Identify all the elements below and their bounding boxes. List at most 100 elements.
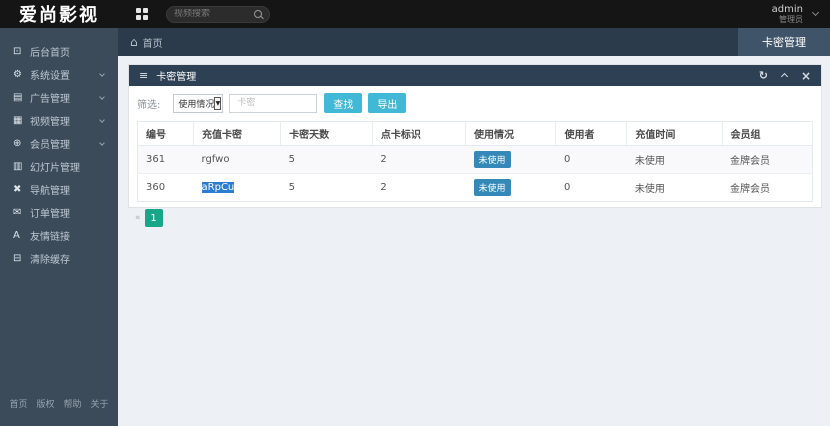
- sidebar-item-导航管理[interactable]: ✖导航管理: [0, 178, 118, 201]
- sidebar-item-订单管理[interactable]: ✉订单管理: [0, 201, 118, 224]
- column-header: 会员组: [722, 122, 813, 146]
- table-cell: 金牌会员: [722, 174, 813, 202]
- column-header: 使用者: [556, 122, 627, 146]
- status-badge[interactable]: 未使用: [474, 179, 511, 196]
- breadcrumb-bar: ⌂ 首页 卡密管理: [118, 28, 830, 56]
- sidebar-item-label: 后台首页: [30, 44, 106, 59]
- table-header-row: 编号充值卡密卡密天数点卡标识使用情况使用者充值时间会员组: [138, 122, 813, 146]
- envelope-icon: ✉: [13, 207, 30, 218]
- sidebar-item-label: 清除缓存: [30, 251, 106, 266]
- column-header: 充值时间: [627, 122, 722, 146]
- close-icon[interactable]: ×: [801, 70, 811, 82]
- pagination: « 1: [137, 209, 813, 227]
- video-search-box[interactable]: [166, 6, 270, 23]
- footer-link-版权[interactable]: 版权: [36, 397, 54, 410]
- panel-title: 卡密管理: [156, 68, 196, 83]
- sidebar-item-会员管理[interactable]: ⊕会员管理: [0, 132, 118, 155]
- sidebar-item-清除缓存[interactable]: ⊟清除缓存: [0, 247, 118, 270]
- home-icon: ⌂: [130, 35, 138, 49]
- panel-body: 筛选: 使用情况 ▼ 查找 导出: [129, 86, 821, 235]
- content-area: ≡ 卡密管理 ↻ × 筛选: 使用情况 ▼: [118, 56, 830, 426]
- select-arrow-icon: ▼: [214, 97, 221, 110]
- user-name: admin: [772, 4, 803, 16]
- main-area: ⌂ 首页 卡密管理 ≡ 卡密管理 ↻ ×: [118, 28, 830, 426]
- topbar-main: admin 管理员: [118, 0, 830, 28]
- table-cell: 5: [281, 146, 373, 174]
- image-icon: ▤: [13, 92, 30, 103]
- chevron-down-icon: [812, 9, 819, 16]
- table-cell: 5: [281, 174, 373, 202]
- search-icon[interactable]: [254, 10, 262, 18]
- status-badge[interactable]: 未使用: [474, 151, 511, 168]
- chevron-down-icon: [99, 94, 105, 100]
- desktop-icon: ⊡: [13, 46, 30, 57]
- table-cell: 360: [138, 174, 194, 202]
- members-icon: ⊕: [13, 138, 30, 149]
- card-key-panel: ≡ 卡密管理 ↻ × 筛选: 使用情况 ▼: [128, 64, 822, 208]
- select-value: 使用情况: [178, 97, 214, 110]
- video-icon: ▦: [13, 115, 30, 126]
- shuffle-icon: ✖: [13, 184, 30, 195]
- status-cell: 未使用: [466, 174, 556, 202]
- table-row: 361rgfwo52未使用0未使用金牌会员: [138, 146, 813, 174]
- table-cell: 未使用: [627, 146, 722, 174]
- apps-grid-icon[interactable]: [136, 8, 148, 20]
- footer-link-关于[interactable]: 关于: [91, 397, 109, 410]
- card-key-cell: aRpCu: [194, 174, 281, 202]
- sidebar-item-label: 友情链接: [30, 228, 106, 243]
- export-button[interactable]: 导出: [368, 93, 406, 113]
- sidebar-item-label: 视频管理: [30, 113, 100, 128]
- table-cell: 未使用: [627, 174, 722, 202]
- sidebar-footer: 首页版权帮助关于: [0, 397, 118, 410]
- table-cell: 361: [138, 146, 194, 174]
- card-key-input[interactable]: [229, 94, 317, 113]
- card-key-cell: rgfwo: [194, 146, 281, 174]
- user-menu[interactable]: admin 管理员: [772, 4, 818, 25]
- table-row: 360aRpCu52未使用0未使用金牌会员: [138, 174, 813, 202]
- sidebar-item-广告管理[interactable]: ▤广告管理: [0, 86, 118, 109]
- table-cell: 金牌会员: [722, 146, 813, 174]
- panel-header: ≡ 卡密管理 ↻ ×: [129, 65, 821, 86]
- filter-label: 筛选:: [137, 96, 160, 111]
- column-header: 点卡标识: [372, 122, 465, 146]
- sidebar-item-视频管理[interactable]: ▦视频管理: [0, 109, 118, 132]
- refresh-icon[interactable]: ↻: [759, 70, 768, 81]
- breadcrumb[interactable]: 首页: [143, 35, 163, 50]
- filter-row: 筛选: 使用情况 ▼ 查找 导出: [137, 93, 813, 113]
- slides-icon: ▥: [13, 161, 30, 172]
- pagination-page-1[interactable]: 1: [145, 209, 163, 227]
- search-input[interactable]: [174, 9, 254, 19]
- sidebar: ⊡后台首页⚙系统设置▤广告管理▦视频管理⊕会员管理▥幻灯片管理✖导航管理✉订单管…: [0, 28, 118, 426]
- active-page-tab[interactable]: 卡密管理: [738, 28, 830, 56]
- sidebar-item-label: 幻灯片管理: [30, 159, 106, 174]
- card-key-text: rgfwo: [202, 154, 230, 165]
- card-key-table: 编号充值卡密卡密天数点卡标识使用情况使用者充值时间会员组 361rgfwo52未…: [137, 121, 813, 202]
- sidebar-item-label: 导航管理: [30, 182, 106, 197]
- calendar-icon: ⊟: [13, 253, 30, 264]
- table-body: 361rgfwo52未使用0未使用金牌会员360aRpCu52未使用0未使用金牌…: [138, 146, 813, 202]
- app-window: 爱尚影视 admin 管理员 ⊡后台首页⚙系统设置▤广告管理▦视频管理⊕会员管理…: [0, 0, 830, 426]
- column-header: 编号: [138, 122, 194, 146]
- app-logo: 爱尚影视: [0, 0, 118, 28]
- collapse-icon[interactable]: [781, 73, 788, 80]
- table-cell: 2: [372, 174, 465, 202]
- column-header: 卡密天数: [281, 122, 373, 146]
- sidebar-item-后台首页[interactable]: ⊡后台首页: [0, 40, 118, 63]
- search-button[interactable]: 查找: [324, 93, 362, 113]
- footer-link-帮助[interactable]: 帮助: [64, 397, 82, 410]
- table-cell: 2: [372, 146, 465, 174]
- list-icon: ≡: [139, 69, 148, 82]
- chevron-down-icon: [99, 71, 105, 77]
- topbar: 爱尚影视 admin 管理员: [0, 0, 830, 28]
- table-cell: 0: [556, 146, 627, 174]
- pagination-prev[interactable]: «: [135, 213, 141, 223]
- sidebar-item-幻灯片管理[interactable]: ▥幻灯片管理: [0, 155, 118, 178]
- sidebar-item-友情链接[interactable]: A友情链接: [0, 224, 118, 247]
- status-filter-select[interactable]: 使用情况 ▼: [173, 94, 223, 113]
- footer-link-首页[interactable]: 首页: [9, 397, 27, 410]
- chevron-down-icon: [99, 117, 105, 123]
- chevron-down-icon: [99, 140, 105, 146]
- sidebar-item-系统设置[interactable]: ⚙系统设置: [0, 63, 118, 86]
- status-cell: 未使用: [466, 146, 556, 174]
- sidebar-item-label: 系统设置: [30, 67, 100, 82]
